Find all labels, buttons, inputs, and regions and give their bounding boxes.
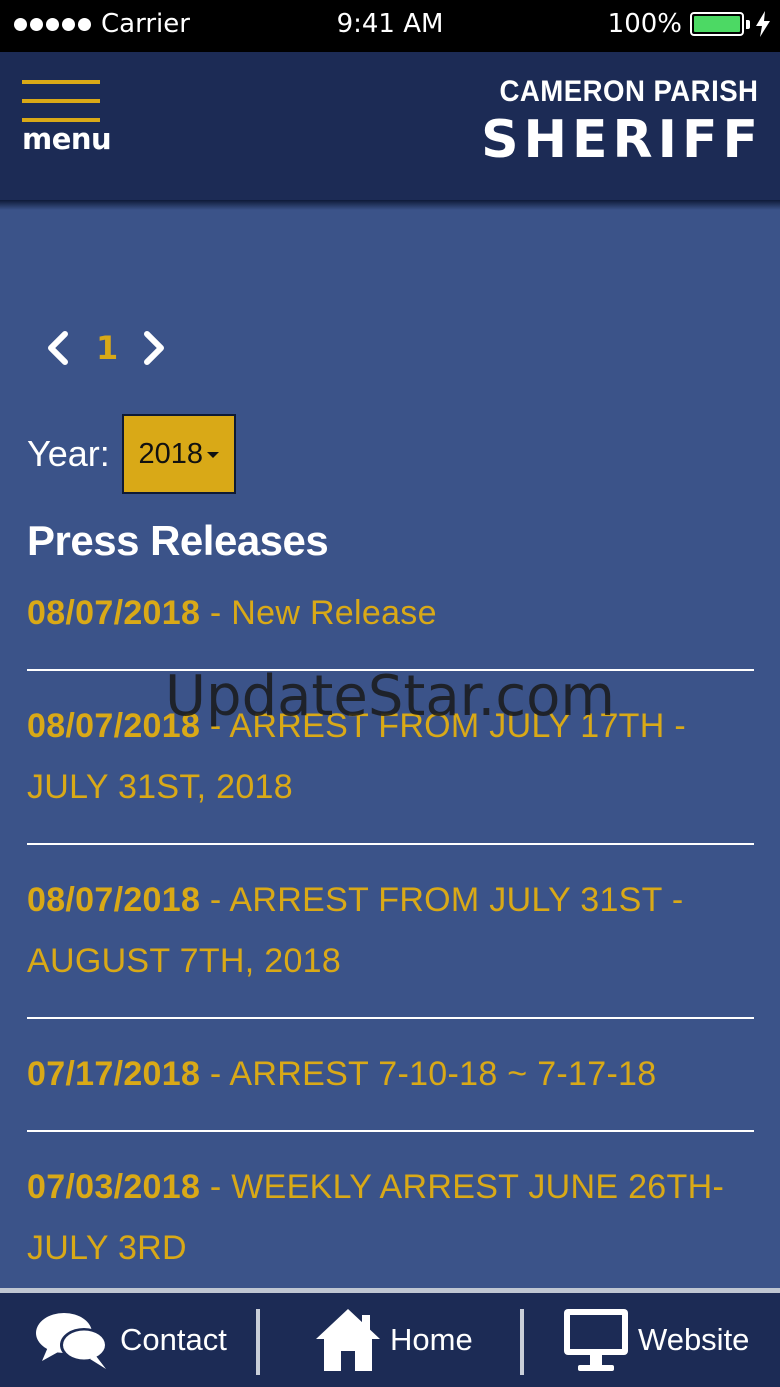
release-title: - ARREST 7-10-18 ~ 7-17-18 (200, 1055, 657, 1093)
release-date: 08/07/2018 (27, 594, 201, 632)
current-page-number[interactable]: 1 (96, 329, 118, 367)
hamburger-icon-bar (22, 99, 100, 103)
nav-website-label: Website (638, 1322, 750, 1357)
nav-home-label: Home (390, 1322, 473, 1357)
release-title: - New Release (200, 594, 437, 632)
hamburger-icon (22, 80, 100, 84)
status-right: 100% (608, 8, 770, 40)
press-release-list: 08/07/2018 - New Release 08/07/2018 - AR… (27, 580, 754, 1304)
nav-contact-label: Contact (120, 1322, 227, 1357)
nav-home-button[interactable]: Home (314, 1293, 473, 1387)
chevron-left-icon (48, 331, 68, 365)
press-release-item[interactable]: 07/03/2018 - WEEKLY ARREST JUNE 26TH- JU… (27, 1132, 754, 1304)
nav-website-button[interactable]: Website (562, 1293, 749, 1387)
press-release-item[interactable]: 08/07/2018 - New Release (27, 580, 754, 671)
press-release-item[interactable]: 08/07/2018 - ARREST FROM JULY 31ST - AUG… (27, 845, 754, 1019)
prev-page-button[interactable] (44, 328, 72, 368)
press-release-item[interactable]: 07/17/2018 - ARREST 7-10-18 ~ 7-17-18 (27, 1019, 754, 1132)
brand-logo: CAMERON PARISH SHERIFF (477, 74, 758, 170)
pagination: 1 (44, 326, 168, 370)
app-header: menu CAMERON PARISH SHERIFF (0, 52, 780, 200)
page-title: Press Releases (27, 517, 329, 564)
header-shadow (0, 200, 780, 210)
year-select-value: 2018 (138, 437, 203, 470)
menu-label: menu (22, 122, 112, 156)
battery-percentage: 100% (607, 9, 682, 39)
nav-divider (256, 1309, 260, 1375)
press-release-item[interactable]: 08/07/2018 - ARREST FROM JULY 17TH - JUL… (27, 671, 754, 845)
monitor-icon (564, 1309, 628, 1371)
status-bar: Carrier 9:41 AM 100% (0, 0, 780, 52)
nav-divider (520, 1309, 524, 1375)
brand-subtitle: CAMERON PARISH (499, 75, 758, 108)
charging-bolt-icon (756, 11, 770, 37)
next-page-button[interactable] (140, 328, 168, 368)
battery-icon (690, 12, 744, 36)
brand-title: SHERIFF (481, 110, 763, 170)
release-date: 07/03/2018 (27, 1168, 201, 1206)
chevron-right-icon (144, 331, 165, 365)
release-date: 07/17/2018 (27, 1055, 201, 1093)
speech-bubbles-icon (36, 1313, 108, 1369)
year-label: Year: (27, 433, 110, 474)
battery-cap (746, 19, 750, 29)
dropdown-caret-icon (207, 452, 219, 458)
house-icon (316, 1309, 380, 1371)
year-select[interactable]: 2018 (121, 414, 236, 494)
menu-button[interactable]: menu (22, 80, 112, 170)
release-date: 08/07/2018 (27, 707, 201, 745)
nav-contact-button[interactable]: Contact (34, 1293, 227, 1387)
year-filter: Year: 2018 (27, 414, 236, 494)
bottom-nav: Contact Home Website (0, 1288, 780, 1387)
release-date: 08/07/2018 (27, 881, 201, 919)
